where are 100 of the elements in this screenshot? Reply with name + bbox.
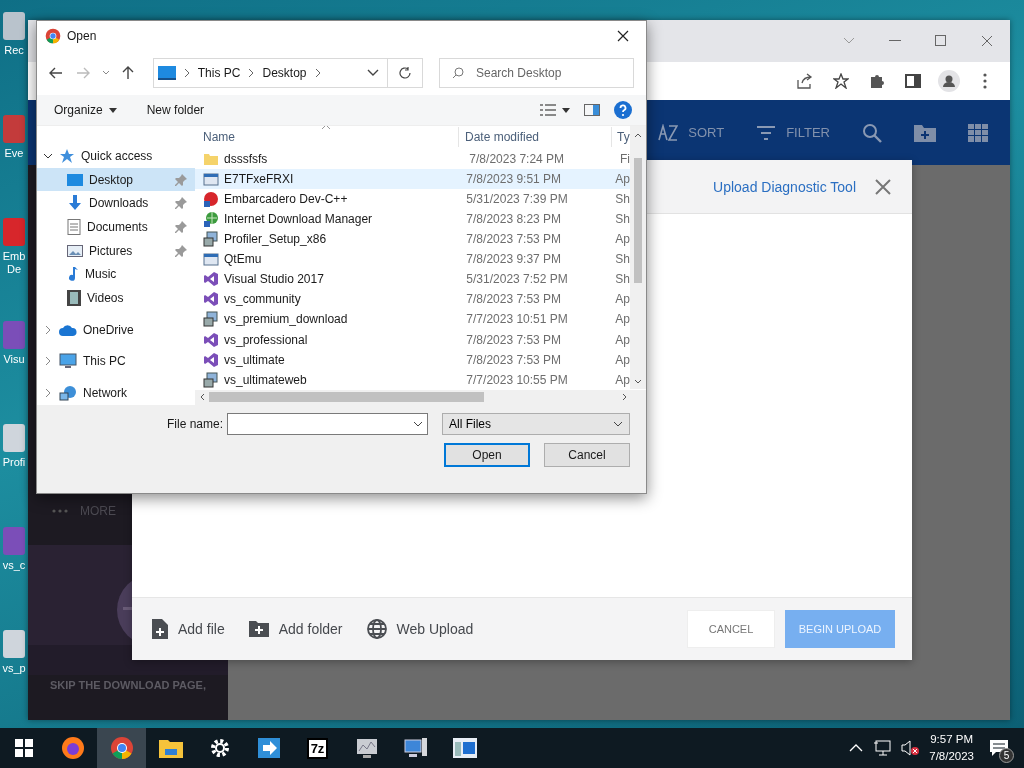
more-dots-icon[interactable] (52, 509, 68, 513)
menu-icon[interactable] (983, 73, 987, 89)
column-header[interactable]: Date modified (458, 127, 611, 148)
chevron-up-icon[interactable] (849, 744, 864, 752)
search-box[interactable]: Search Desktop (439, 58, 634, 88)
cancel-button[interactable]: CANCEL (687, 610, 775, 648)
search-icon[interactable] (862, 122, 882, 143)
file-type-dropdown[interactable]: All Files (442, 413, 630, 435)
horizontal-scrollbar[interactable] (195, 389, 646, 405)
type-cell-text: Ap (614, 372, 630, 387)
date-cell-text: 7/8/2023 9:37 PM (465, 252, 563, 267)
grid-icon[interactable] (968, 123, 988, 142)
file-row[interactable]: E7TFxeFRXI 7/8/2023 9:51 PM Ap (195, 169, 630, 190)
scroll-right-icon[interactable] (622, 393, 628, 402)
up-arrow-icon[interactable] (122, 66, 135, 80)
clock-time[interactable]: 9:57 PM (930, 731, 974, 748)
clock-date[interactable]: 7/8/2023 (929, 748, 974, 765)
sort-button[interactable]: SORT (658, 123, 725, 142)
close-icon[interactable] (617, 30, 629, 42)
star-icon[interactable] (833, 73, 849, 89)
file-row[interactable]: Visual Studio 2017 5/31/2023 7:52 PM Sh (195, 269, 630, 290)
breadcrumb[interactable]: Desktop (262, 66, 307, 80)
type-cell-text: Sh (614, 272, 630, 287)
file-row[interactable]: vs_premium_download 7/7/2023 10:51 PM Ap (195, 309, 630, 330)
open-button[interactable]: Open (444, 443, 530, 467)
scroll-down-icon[interactable] (634, 379, 642, 385)
nav-item[interactable]: Documents (37, 215, 195, 239)
scroll-up-icon[interactable] (634, 132, 642, 138)
column-header[interactable]: Ty (611, 127, 630, 148)
nav-item[interactable]: Videos (37, 286, 195, 310)
file-row[interactable]: vs_ultimateweb 7/7/2023 10:55 PM Ap (195, 369, 630, 390)
date-cell-text: 7/8/2023 7:53 PM (465, 332, 563, 347)
new-folder-icon[interactable] (914, 123, 936, 142)
scrollbar-thumb[interactable] (209, 392, 484, 403)
type-cell-text: Sh (614, 192, 630, 207)
scrollbar-thumb[interactable] (634, 158, 642, 283)
address-bar[interactable]: This PC Desktop (152, 58, 423, 88)
file-row[interactable]: Profiler_Setup_x86 7/8/2023 7:53 PM Ap (195, 229, 630, 250)
date-cell-text: 5/31/2023 7:39 PM (465, 192, 569, 207)
file-name: Profiler_Setup_x86 (224, 232, 327, 247)
chevron-right-icon[interactable] (43, 356, 53, 367)
file-row[interactable]: vs_community 7/8/2023 7:53 PM Ap (195, 289, 630, 310)
date-cell-text: 5/31/2023 7:52 PM (465, 272, 569, 287)
date-cell-text: 7/7/2023 10:51 PM (465, 312, 569, 327)
organize-menu[interactable]: Organize (54, 103, 117, 117)
minimize-icon[interactable] (889, 40, 901, 42)
web-upload-button[interactable]: Web Upload (366, 619, 474, 639)
file-row[interactable]: dsssfsfs 7/8/2023 7:24 PM Fi (195, 148, 630, 169)
puzzle-icon[interactable] (869, 73, 885, 89)
pin-icon[interactable] (175, 197, 187, 210)
nav-item[interactable]: Pictures (37, 238, 195, 263)
share-icon[interactable] (797, 73, 813, 89)
monitor-icon (59, 353, 77, 370)
list-view-icon[interactable] (540, 104, 556, 116)
pin-icon[interactable] (175, 220, 187, 233)
file-row[interactable]: vs_professional 7/8/2023 7:53 PM Ap (195, 329, 630, 350)
taskbar-app[interactable]: 7z (293, 728, 342, 768)
add-file-button[interactable]: Add file (152, 619, 225, 639)
cancel-button[interactable]: Cancel (544, 443, 630, 467)
maximize-icon[interactable] (935, 35, 947, 47)
add-folder-icon (248, 621, 269, 637)
breadcrumb[interactable]: This PC (197, 66, 241, 80)
new-folder-button[interactable]: New folder (146, 103, 205, 117)
file-name-field[interactable] (227, 413, 428, 435)
caret-icon[interactable] (562, 107, 570, 113)
chevron-right-icon[interactable] (43, 324, 53, 335)
file-row[interactable]: vs_ultimate 7/8/2023 7:53 PM Ap (195, 349, 630, 370)
scroll-left-icon[interactable] (199, 393, 205, 402)
notification-count: 5 (999, 748, 1014, 763)
profile-avatar[interactable] (938, 70, 960, 92)
chevron-down-icon[interactable] (413, 421, 423, 427)
column-header[interactable]: Name (203, 130, 458, 145)
chevron-down-icon[interactable] (367, 69, 379, 77)
chevron-right-icon[interactable] (43, 388, 53, 399)
file-row[interactable]: Embarcadero Dev-C++ 5/31/2023 7:39 PM Sh (195, 189, 630, 210)
add-folder-button[interactable]: Add folder (248, 619, 343, 639)
infinity-bow-icon (203, 331, 219, 348)
nav-item[interactable]: This PC (37, 349, 195, 374)
vertical-scrollbar[interactable] (630, 126, 646, 389)
file-row[interactable]: Internet Download Manager 7/8/2023 8:23 PM Sh (195, 209, 630, 230)
muted-speaker-icon[interactable] (901, 740, 920, 756)
preview-pane-icon[interactable] (584, 104, 600, 116)
nav-item[interactable]: Network (37, 381, 195, 406)
nav-item[interactable]: Downloads (37, 191, 195, 216)
filter-button[interactable]: FILTER (756, 124, 830, 141)
nav-item[interactable]: OneDrive (37, 317, 195, 342)
nav-item[interactable]: Music (37, 262, 195, 287)
desktop-icon-label: Visu (2, 353, 26, 366)
file-name: vs_professional (224, 332, 308, 347)
network-icon[interactable] (873, 740, 892, 756)
file-row[interactable]: QtEmu 7/8/2023 9:37 PM Sh (195, 249, 630, 270)
window-icon (203, 251, 219, 268)
help-icon[interactable] (614, 101, 632, 119)
nav-item[interactable]: Quick access (37, 144, 195, 168)
nav-item[interactable]: Desktop (37, 167, 195, 192)
refresh-icon[interactable] (399, 67, 411, 79)
side-panel-icon[interactable] (905, 74, 921, 88)
pin-icon[interactable] (175, 244, 187, 257)
back-arrow-icon[interactable] (48, 67, 63, 79)
search-field[interactable]: Search Desktop (474, 65, 633, 81)
